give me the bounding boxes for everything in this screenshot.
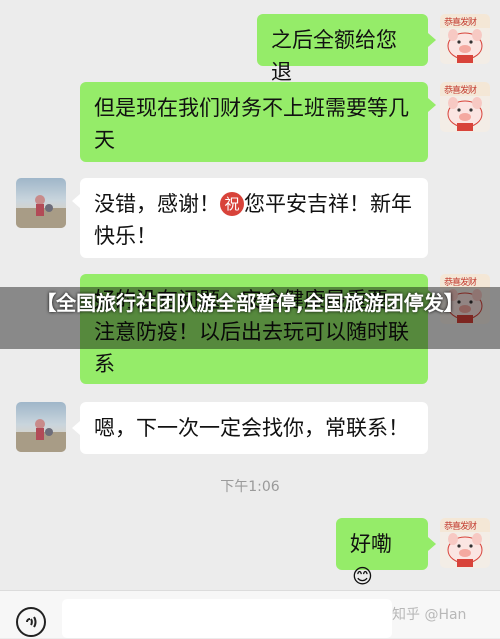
message-bubble-mine[interactable]: 但是现在我们财务不上班需要等几天 <box>80 82 428 162</box>
bubble-tail <box>428 98 436 112</box>
bubble-tail <box>72 194 80 208</box>
message-text: 好嘞 <box>350 532 392 556</box>
my-avatar[interactable]: 恭喜发财 <box>440 14 490 64</box>
blessing-emoji-icon: 祝 <box>220 192 244 216</box>
message-text: 嗯，下一次一定会找你，常联系！ <box>94 416 409 440</box>
message-bubble-theirs[interactable]: 没错，感谢！祝您平安吉祥！新年快乐！ <box>80 178 428 258</box>
message-bubble-mine[interactable]: 好嘞 😊 <box>336 518 428 588</box>
message-input[interactable] <box>62 599 392 638</box>
headline-banner: 【全国旅行社团队游全部暂停,全国旅游团停发】 <box>0 287 500 349</box>
avatar-badge: 恭喜发财 <box>444 86 477 96</box>
bubble-tail <box>428 537 436 551</box>
message-text: 但是现在我们财务不上班需要等几天 <box>94 96 409 152</box>
contact-avatar[interactable] <box>16 178 66 228</box>
message-text: 之后全额给您退 <box>271 28 397 84</box>
avatar-badge: 恭喜发财 <box>444 522 477 532</box>
message-bubble-theirs[interactable]: 嗯，下一次一定会找你，常联系！ <box>80 402 428 454</box>
voice-icon <box>26 616 37 628</box>
contact-avatar[interactable] <box>16 402 66 452</box>
avatar-badge: 恭喜发财 <box>444 18 477 28</box>
bubble-tail <box>72 421 80 435</box>
photo-avatar-icon <box>16 195 66 228</box>
smile-emoji-icon: 😊 <box>352 564 373 588</box>
my-avatar[interactable]: 恭喜发财 <box>440 518 490 568</box>
photo-avatar-icon <box>16 419 66 452</box>
banner-title: 【全国旅行社团队游全部暂停,全国旅游团停发】 <box>36 291 464 315</box>
message-text: 没错，感谢！ <box>94 192 220 216</box>
message-bubble-mine[interactable]: 之后全额给您退 <box>257 14 428 84</box>
bubble-tail <box>428 33 436 47</box>
watermark-text: 知乎 @Han <box>392 607 467 623</box>
timestamp: 下午1:06 <box>220 479 280 495</box>
my-avatar[interactable]: 恭喜发财 <box>440 82 490 132</box>
voice-input-button[interactable] <box>16 607 46 637</box>
